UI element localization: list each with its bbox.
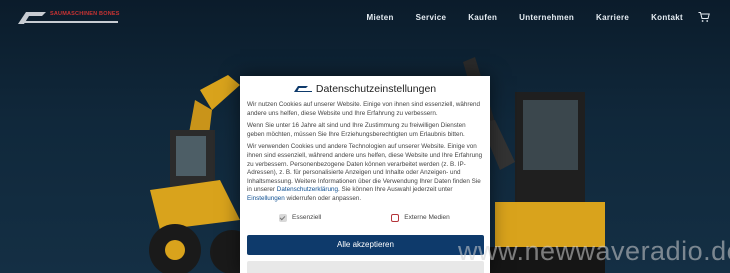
cookie-consent-dialog: Datenschutzeinstellungen Wir nutzen Cook… (240, 76, 490, 273)
logo-text: SAUMASCHINEN BONES (50, 11, 120, 17)
essential-option[interactable]: Essenziell (279, 213, 322, 222)
consent-text-part: widerrufen oder anpassen. (284, 194, 362, 202)
nav-service[interactable]: Service (416, 13, 447, 22)
secondary-button[interactable] (247, 260, 484, 273)
company-logo[interactable]: SAUMASCHINEN BONES (18, 10, 120, 26)
watermark: www.newwaveradio.de (458, 236, 730, 266)
dialog-title: Datenschutzeinstellungen (315, 83, 437, 95)
consent-text-part: . Sie können Ihre Auswahl jederzeit unte… (338, 186, 453, 194)
external-media-checkbox[interactable] (391, 213, 400, 222)
consent-options: Essenziell Externe Medien (247, 213, 483, 223)
consent-paragraph-2: Wenn Sie unter 16 Jahre alt sind und Ihr… (247, 122, 466, 138)
dialog-logo-icon (293, 86, 312, 92)
external-media-label: Externe Medien (404, 214, 450, 222)
essential-label: Essenziell (292, 214, 322, 222)
settings-link[interactable]: Einstellungen (247, 195, 285, 202)
dialog-header: Datenschutzeinstellungen (247, 82, 483, 96)
telehandler-image (149, 75, 250, 273)
privacy-policy-link[interactable]: Datenschutzerklärung (277, 186, 338, 193)
hero-background: SAUMASCHINEN BONES Mieten Service Kaufen… (0, 0, 730, 273)
consent-paragraph-3: Wir verwenden Cookies und andere Technol… (247, 143, 483, 203)
nav-mieten[interactable]: Mieten (367, 13, 394, 22)
nav-kontakt[interactable]: Kontakt (651, 13, 683, 22)
essential-checkbox[interactable] (279, 213, 287, 222)
accept-all-button[interactable]: Alle akzeptieren (247, 234, 484, 255)
nav-unternehmen[interactable]: Unternehmen (519, 13, 574, 22)
top-navigation: SAUMASCHINEN BONES Mieten Service Kaufen… (0, 0, 730, 36)
external-media-option[interactable]: Externe Medien (391, 213, 450, 222)
nav-kaufen[interactable]: Kaufen (468, 13, 497, 22)
cart-icon[interactable] (698, 11, 710, 23)
main-menu: Mieten Service Kaufen Unternehmen Karrie… (345, 13, 684, 22)
nav-karriere[interactable]: Karriere (596, 13, 629, 22)
consent-paragraph-1: Wir nutzen Cookies auf unserer Website. … (247, 101, 480, 117)
